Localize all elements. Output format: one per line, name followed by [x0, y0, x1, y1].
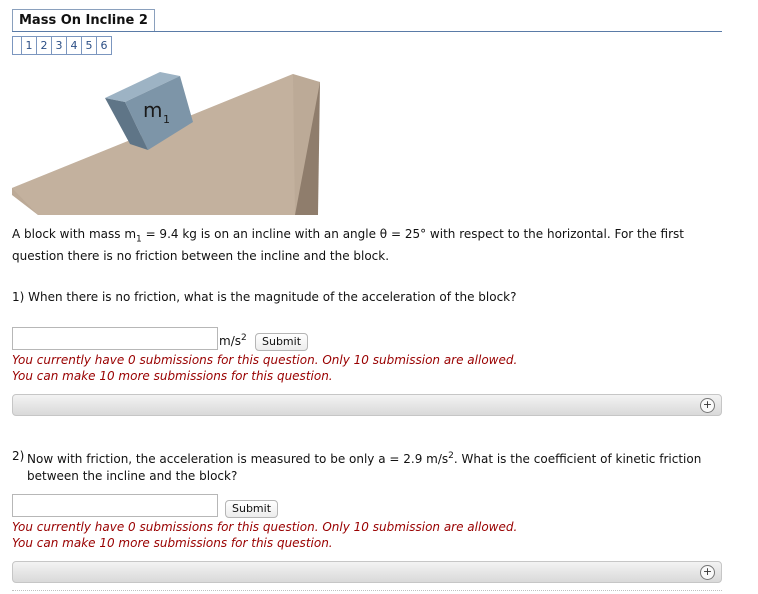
problem-title: Mass On Incline 2: [12, 9, 155, 32]
submit-2-button[interactable]: Submit: [225, 500, 279, 518]
answer-1-input[interactable]: [12, 327, 218, 350]
question-2-text: 2) Now with friction, the acceleration i…: [12, 449, 702, 483]
submission-warning-2: You currently have 0 submissions for thi…: [12, 520, 518, 550]
page-link-3[interactable]: 3: [51, 37, 66, 54]
block-label-subscript: 1: [163, 113, 170, 126]
problem-statement: A block with mass m1 = 9.4 kg is on an i…: [12, 227, 684, 264]
page-link-1[interactable]: 1: [21, 37, 36, 54]
block-label: m: [143, 98, 162, 122]
incline-figure: m 1: [12, 72, 320, 215]
answer-2-input[interactable]: [12, 494, 218, 517]
question-1-text: 1) When there is no friction, what is th…: [12, 290, 517, 304]
page-link-6[interactable]: 6: [96, 37, 111, 54]
help-bar-2[interactable]: +: [12, 561, 722, 583]
submit-1-button[interactable]: Submit: [255, 333, 309, 351]
expand-icon[interactable]: +: [700, 398, 715, 413]
title-divider: [12, 31, 722, 32]
page-link-4[interactable]: 4: [66, 37, 81, 54]
bottom-divider: [12, 590, 722, 591]
page-link-5[interactable]: 5: [81, 37, 96, 54]
part-pager: 1 2 3 4 5 6: [12, 36, 112, 55]
pager-spacer: [13, 37, 21, 54]
expand-icon[interactable]: +: [700, 565, 715, 580]
page-link-2[interactable]: 2: [36, 37, 51, 54]
submission-warning-1: You currently have 0 submissions for thi…: [12, 353, 518, 383]
help-bar-1[interactable]: +: [12, 394, 722, 416]
answer-1-unit: m/s2: [219, 333, 247, 348]
